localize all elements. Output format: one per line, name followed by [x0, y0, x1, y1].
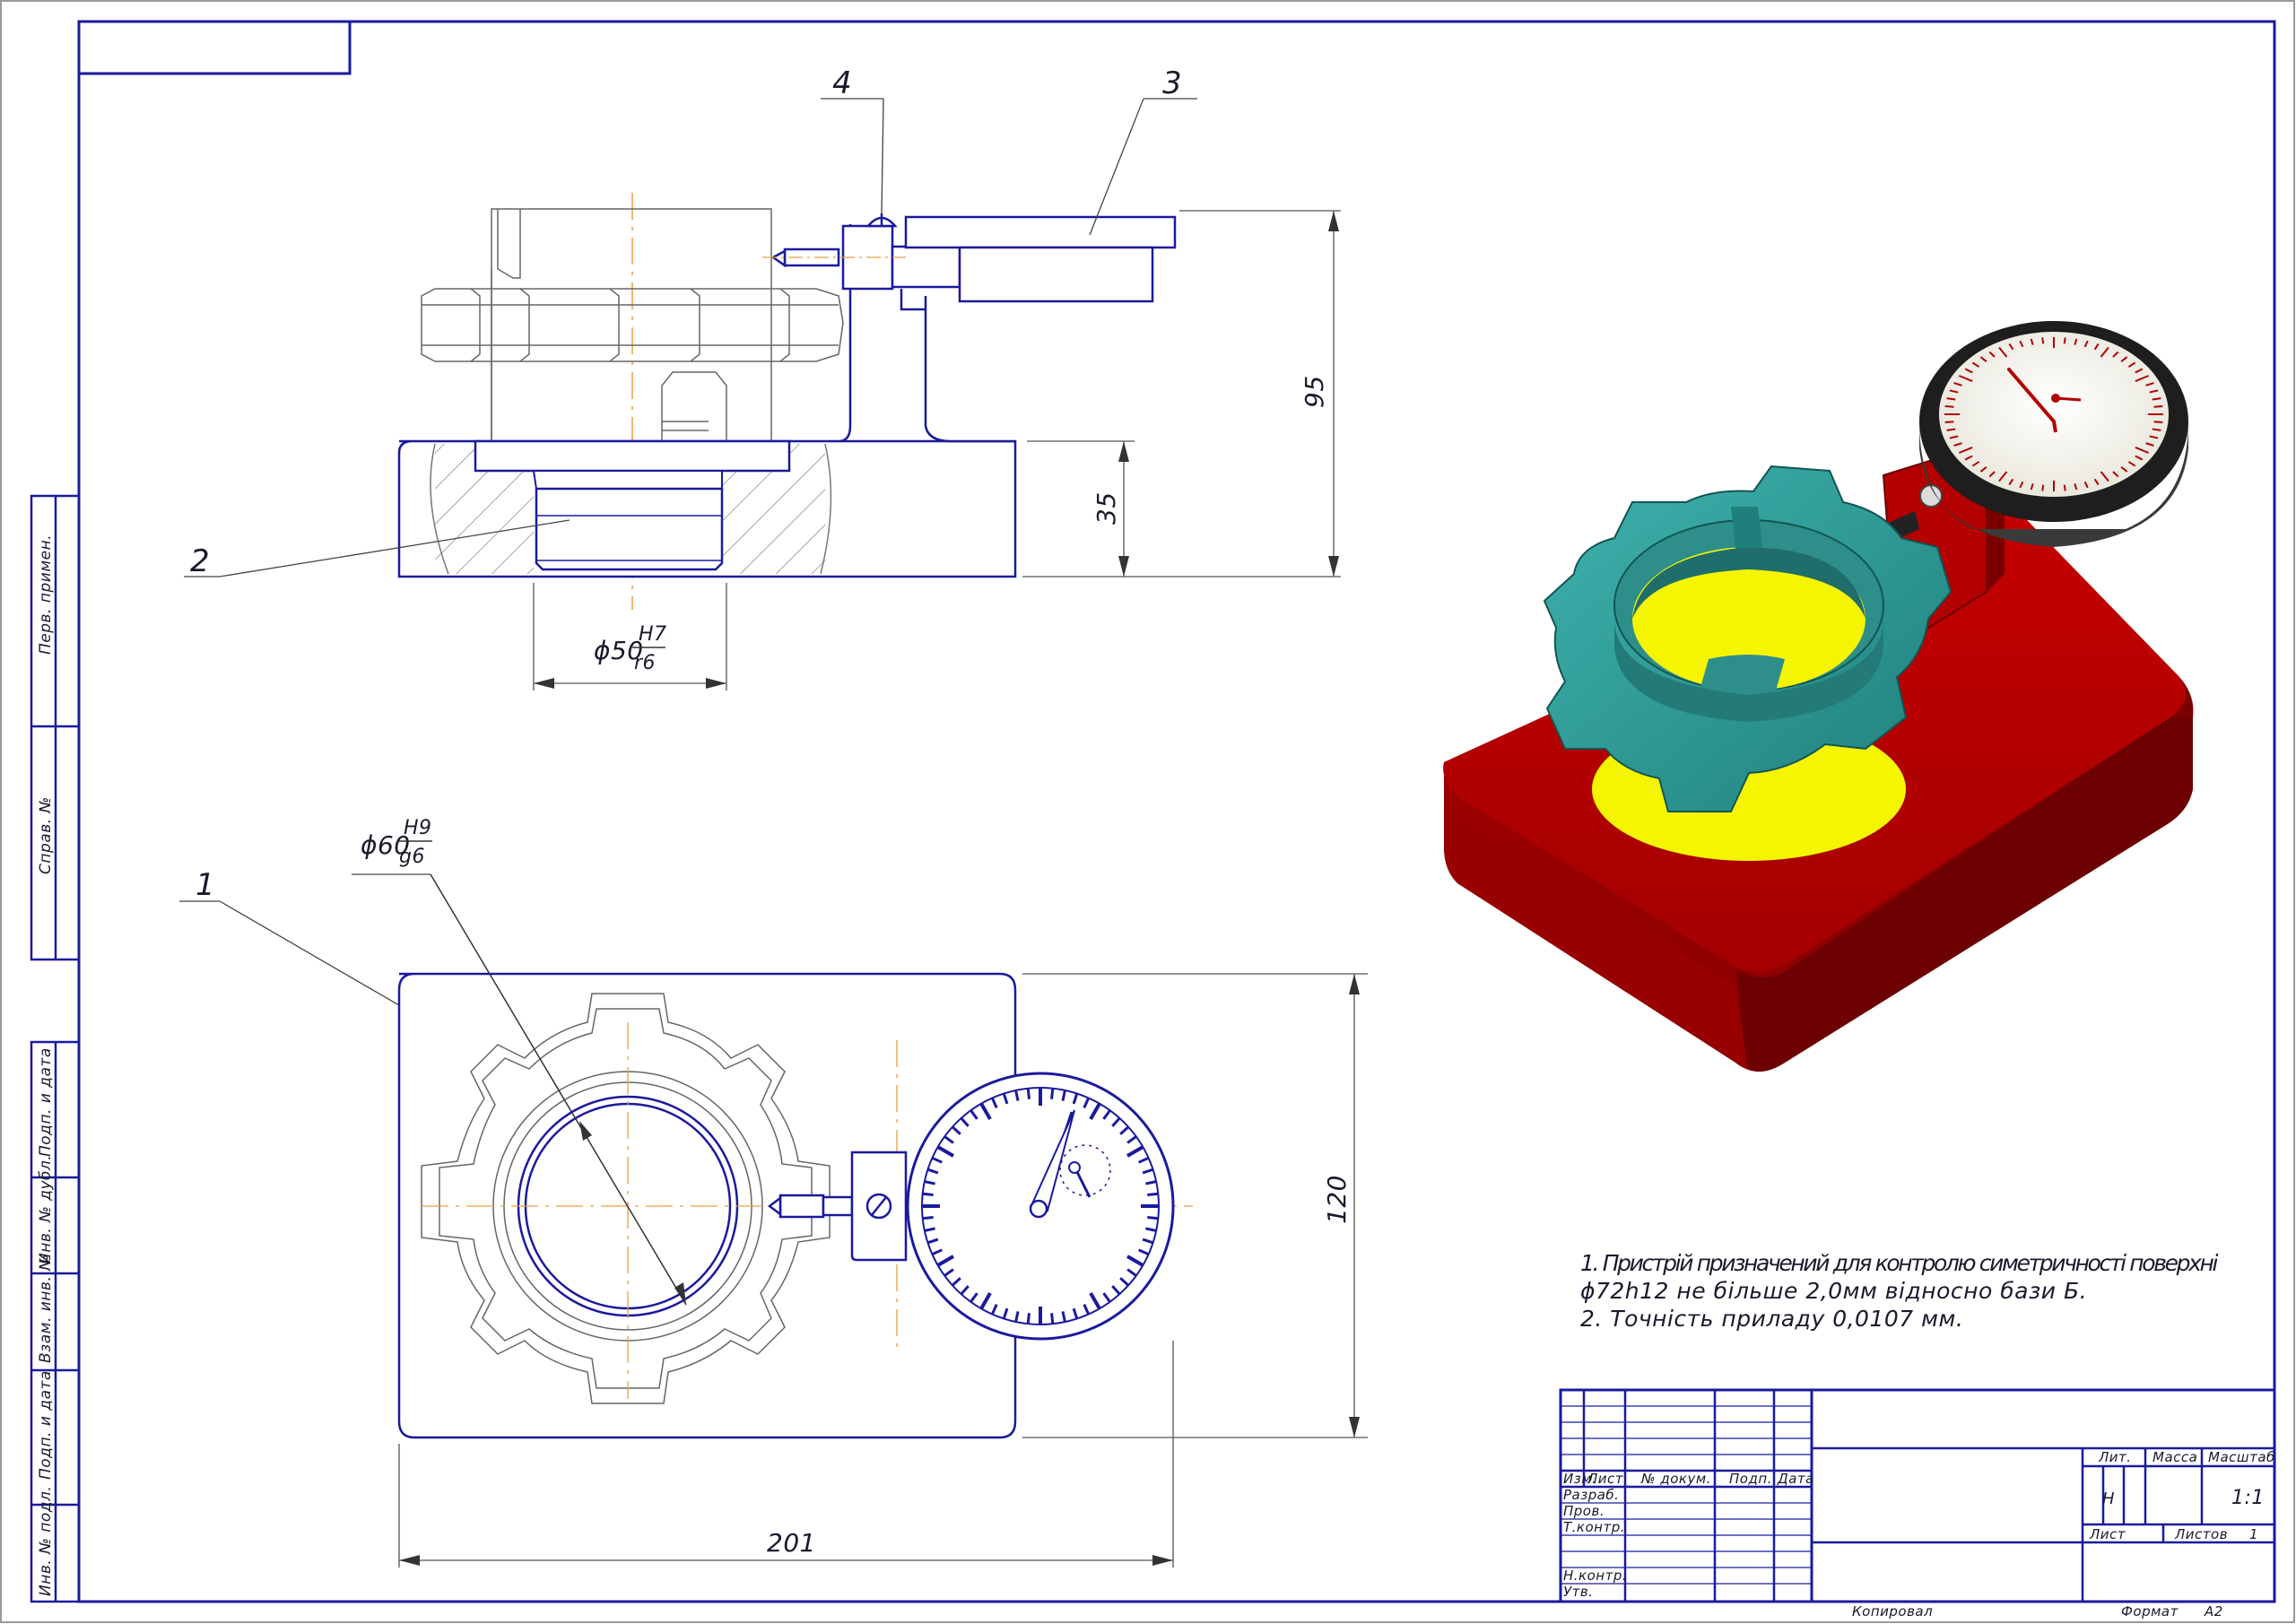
tb-sheets-label: Листов: [2174, 1526, 2228, 1542]
tb-header-sign: Подп.: [1729, 1471, 1772, 1487]
side-stamp-label: Справ. №: [37, 796, 55, 874]
tb-lit-label: Лит.: [2098, 1449, 2132, 1465]
title-block: [1559, 1388, 2276, 1603]
iso-dial-tick: [2153, 405, 2163, 408]
tb-sheets-value: 1: [2249, 1526, 2258, 1542]
tb-role: Пров.: [1563, 1503, 1605, 1519]
tech-note-line: ϕ72h12 не більше 2,0мм відносно бази Б.: [1580, 1278, 2087, 1304]
iso-dial-tick: [1944, 405, 1954, 408]
side-stamp-label: Перв. примен.: [37, 534, 55, 655]
iso-dial-tick: [2152, 397, 2161, 401]
top-view: [352, 873, 1193, 1439]
iso-dial-tick: [1946, 428, 1956, 431]
tech-note-line: 2. Точність приладу 0,0107 мм.: [1580, 1306, 1963, 1332]
tb-role: Утв.: [1563, 1584, 1594, 1600]
iso-dial-tick: [2153, 421, 2163, 423]
side-stamp-label: Инв. № подл.: [37, 1486, 55, 1596]
isometric-render: [1443, 321, 2194, 1072]
iso-dial-tick: [1944, 421, 1954, 423]
item-label-1: 1: [196, 867, 215, 903]
front-view: [397, 193, 1177, 610]
tb-scale-value: 1:1: [2231, 1487, 2265, 1509]
item-label-4: 4: [832, 65, 852, 101]
item-label-2: 2: [190, 543, 210, 579]
dim-width-total: 201: [767, 1528, 816, 1558]
dial-tick: [1026, 1313, 1031, 1324]
tb-header-doc: № докум.: [1640, 1471, 1711, 1487]
dim-height-total: 95: [1300, 375, 1329, 408]
dim-bore-fit-upper: H7: [639, 623, 667, 646]
tb-mass-label: Масса: [2152, 1449, 2197, 1465]
dim-ring-fit-lower: g6: [399, 846, 425, 868]
iso-dial-tick: [2152, 428, 2161, 431]
dial-tick: [1050, 1088, 1055, 1099]
tb-header-list: Лист: [1587, 1471, 1624, 1487]
tb-sheet-label: Лист: [2089, 1526, 2126, 1542]
tb-role: Разраб.: [1563, 1487, 1619, 1503]
iso-dial-tick: [2063, 337, 2066, 344]
side-stamp-label: Инв. № дубл.: [37, 1155, 55, 1264]
dim-depth-total: 120: [1322, 1175, 1352, 1224]
side-stamp-label: Подп. и дата: [37, 1370, 55, 1480]
dial-indicator-top: [906, 1072, 1175, 1341]
iso-dial-tick: [2041, 484, 2045, 491]
iso-dial-tick: [2041, 337, 2045, 344]
tb-scale-label: Масштаб: [2208, 1449, 2275, 1465]
dial-tick: [922, 1216, 934, 1220]
tb-role: Н.контр.: [1563, 1568, 1627, 1584]
tech-note-line: 1. Пристрій призначений для контролю сим…: [1580, 1250, 2219, 1276]
dial-tick: [1050, 1313, 1055, 1324]
dial-tick: [1026, 1088, 1031, 1099]
drawing-sheet: Перв. примен. Справ. № Подп. и дата Инв.…: [0, 0, 2295, 1623]
iso-dial-tick: [1946, 397, 1956, 401]
copied-label: Копировал: [1852, 1603, 1933, 1620]
side-stamp-label: Взам. инв. №: [37, 1255, 55, 1363]
dim-ring-fit-upper: H9: [404, 817, 432, 839]
tb-lit-value: Н: [2102, 1489, 2115, 1508]
format-label: Формат: [2121, 1603, 2179, 1620]
format-value: А2: [2204, 1603, 2223, 1620]
dial-tick: [1147, 1216, 1159, 1220]
item-label-3: 3: [1162, 65, 1182, 101]
iso-dial-tick: [2063, 484, 2066, 491]
side-stamp-label: Подп. и дата: [37, 1047, 55, 1157]
tb-role: Т.контр.: [1563, 1519, 1625, 1535]
tb-header-date: Дата: [1777, 1471, 1814, 1487]
dim-bore-fit-lower: r6: [634, 652, 656, 674]
dim-base-height: 35: [1091, 491, 1121, 525]
